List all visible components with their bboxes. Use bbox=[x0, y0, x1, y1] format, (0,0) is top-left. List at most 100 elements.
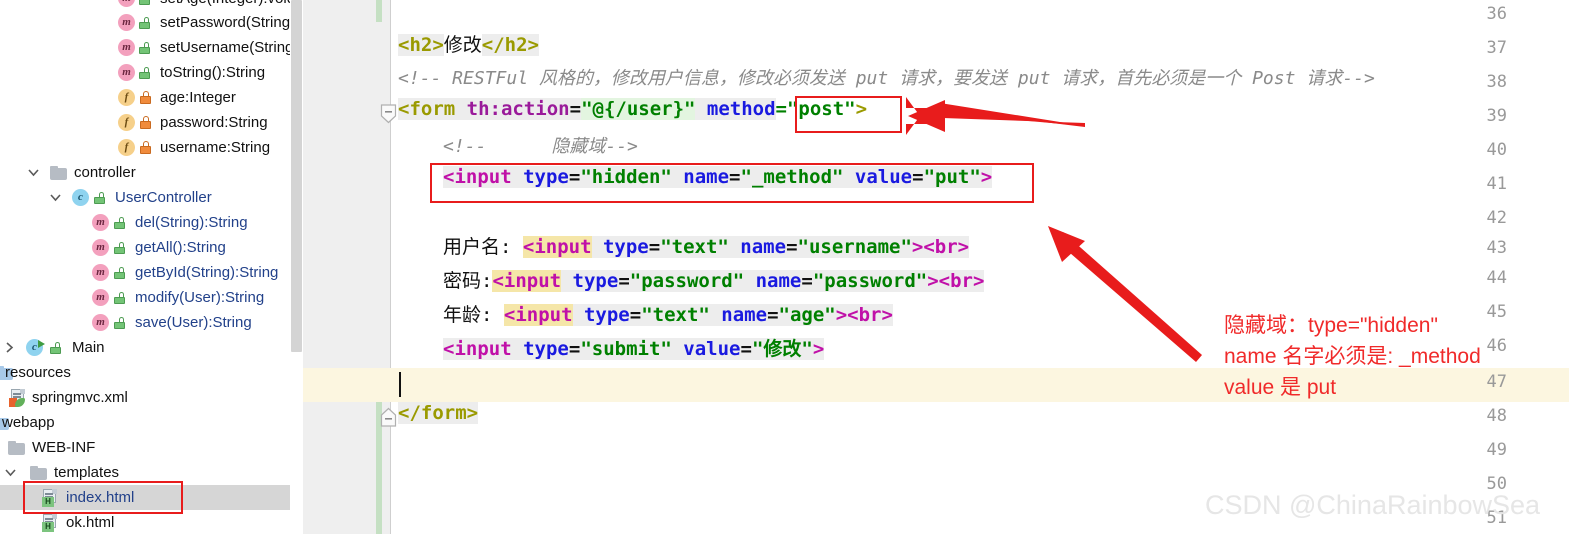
input-open-tag: <input bbox=[522, 236, 592, 258]
tree-item-label: WEB-INF bbox=[32, 439, 96, 456]
name-username-value: "username" bbox=[797, 236, 912, 258]
sidebar-scrollbar-thumb[interactable] bbox=[291, 0, 302, 352]
tree-item-webapp[interactable]: webapp bbox=[0, 410, 290, 435]
green-lock-icon bbox=[139, 17, 150, 29]
equals-sign: = bbox=[786, 236, 798, 258]
tree-item-del[interactable]: m del(String):String bbox=[0, 210, 290, 235]
code-line-45[interactable]: 年龄: <input type="text" name="age"><br> bbox=[443, 300, 893, 327]
tree-item-label: getAll():String bbox=[135, 239, 226, 256]
method-icon: m bbox=[92, 239, 109, 256]
tree-item-web-inf[interactable]: WEB-INF bbox=[0, 435, 290, 460]
class-icon: c bbox=[72, 189, 89, 206]
tree-item-label: username:String bbox=[160, 139, 271, 156]
line-number: 42 bbox=[1486, 208, 1507, 228]
code-line-44[interactable]: 密码:<input type="password" name="password… bbox=[443, 266, 985, 293]
equals-sign: = bbox=[569, 98, 582, 120]
code-line-48[interactable]: </form> bbox=[398, 402, 479, 424]
equals-sign: = bbox=[629, 304, 642, 326]
method-icon: m bbox=[118, 0, 135, 7]
tree-item-age[interactable]: f age:Integer bbox=[0, 85, 290, 110]
tree-item-getbyid[interactable]: m getById(String):String bbox=[0, 260, 290, 285]
code-line-37[interactable]: <h2>修改</h2> bbox=[398, 30, 539, 57]
tree-item-label: toString():String bbox=[160, 64, 266, 81]
tree-item-username[interactable]: f username:String bbox=[0, 135, 290, 160]
annotation-line-2: name 名字必须是: _method bbox=[1224, 345, 1481, 368]
code-line-46[interactable]: <input type="submit" value="修改"> bbox=[443, 334, 825, 361]
type-submit-value: "submit" bbox=[580, 338, 672, 360]
line-number: 40 bbox=[1486, 140, 1507, 160]
text-caret bbox=[399, 372, 401, 397]
form-close-tag: </form> bbox=[398, 402, 479, 424]
green-lock-icon bbox=[139, 0, 150, 5]
green-lock-icon bbox=[114, 242, 125, 254]
tree-item-controller[interactable]: controller bbox=[0, 160, 290, 185]
green-lock-icon bbox=[50, 342, 61, 354]
project-tree-panel[interactable]: m setAge(Integer):void m setPassword(Str… bbox=[0, 0, 303, 534]
chevron-down-icon[interactable] bbox=[28, 160, 40, 185]
line-number: 37 bbox=[1486, 38, 1507, 58]
input-tag-close-bracket: > bbox=[835, 304, 848, 326]
tree-item-getall[interactable]: m getAll():String bbox=[0, 235, 290, 260]
code-editor[interactable]: 36 37 38 39 40 41 42 43 44 45 46 47 48 4… bbox=[303, 0, 1569, 534]
tree-item-save[interactable]: m save(User):String bbox=[0, 310, 290, 335]
chevron-right-icon[interactable] bbox=[5, 335, 17, 360]
type-attr: type bbox=[572, 270, 619, 292]
type-password-value: "password" bbox=[629, 270, 745, 292]
tree-item-label: springmvc.xml bbox=[32, 389, 128, 406]
orange-lock-icon bbox=[140, 116, 151, 129]
br-tag: <br> bbox=[847, 304, 893, 326]
code-fold-collapse-icon[interactable] bbox=[380, 104, 398, 124]
method-icon: m bbox=[92, 214, 109, 231]
tree-item-main[interactable]: c Main bbox=[0, 335, 290, 360]
password-label: 密码: bbox=[443, 270, 493, 292]
folder-icon bbox=[30, 466, 47, 480]
csdn-watermark: CSDN @ChinaRainbowSea bbox=[1205, 490, 1541, 520]
chevron-down-icon[interactable] bbox=[5, 460, 17, 485]
tree-item-label: modify(User):String bbox=[135, 289, 265, 306]
type-attr: type bbox=[602, 236, 649, 258]
field-icon: f bbox=[118, 139, 135, 156]
tree-item-label: webapp bbox=[2, 414, 55, 431]
method-icon: m bbox=[92, 289, 109, 306]
code-line-43[interactable]: 用户名: <input type="text" name="username">… bbox=[443, 232, 970, 259]
ide-screenshot: m setAge(Integer):void m setPassword(Str… bbox=[0, 0, 1569, 534]
tree-item-usercontroller[interactable]: c UserController bbox=[0, 185, 290, 210]
green-lock-icon bbox=[94, 192, 105, 204]
line-number: 36 bbox=[1486, 4, 1507, 24]
orange-lock-icon bbox=[140, 91, 151, 104]
input-tag-close-bracket: > bbox=[911, 236, 924, 258]
tree-item-modify[interactable]: m modify(User):String bbox=[0, 285, 290, 310]
tree-item-setpassword[interactable]: m setPassword(String):vo bbox=[0, 10, 303, 35]
input-open-tag: <input bbox=[443, 338, 512, 360]
equals-sign: = bbox=[618, 270, 630, 292]
name-age-value: "age" bbox=[778, 304, 836, 326]
line-number: 41 bbox=[1486, 174, 1507, 194]
chevron-down-icon[interactable] bbox=[50, 185, 62, 210]
tree-item-label: save(User):String bbox=[135, 314, 252, 331]
tree-item-resources[interactable]: resources bbox=[0, 360, 290, 385]
green-lock-icon bbox=[139, 67, 150, 79]
runnable-class-icon: c bbox=[26, 339, 45, 356]
tree-item-tostring[interactable]: m toString():String bbox=[0, 60, 290, 85]
sidebar-scrollbar-track[interactable] bbox=[290, 0, 303, 534]
name-password-value: "password" bbox=[812, 270, 928, 292]
line-number: 49 bbox=[1486, 440, 1507, 460]
age-label: 年龄: bbox=[443, 304, 504, 326]
method-icon: m bbox=[118, 39, 135, 56]
line-number: 48 bbox=[1486, 406, 1507, 426]
code-fold-collapse-icon[interactable] bbox=[380, 407, 398, 427]
tree-item-setusername[interactable]: m setUsername(String):vo bbox=[0, 35, 303, 60]
tree-item-springmvc-xml[interactable]: springmvc.xml bbox=[0, 385, 290, 410]
folder-icon bbox=[50, 166, 67, 180]
type-attr: type bbox=[523, 338, 569, 360]
tree-item-label: controller bbox=[74, 164, 136, 181]
method-post-box bbox=[795, 96, 902, 133]
h2-text: 修改 bbox=[443, 34, 482, 56]
tree-item-label: UserController bbox=[115, 189, 212, 206]
html-file-icon: H bbox=[42, 514, 58, 532]
tree-item-password[interactable]: f password:String bbox=[0, 110, 290, 135]
tree-item-label: del(String):String bbox=[135, 214, 248, 231]
field-icon: f bbox=[118, 89, 135, 106]
line-number: 39 bbox=[1486, 106, 1507, 126]
index-html-box bbox=[23, 481, 183, 514]
